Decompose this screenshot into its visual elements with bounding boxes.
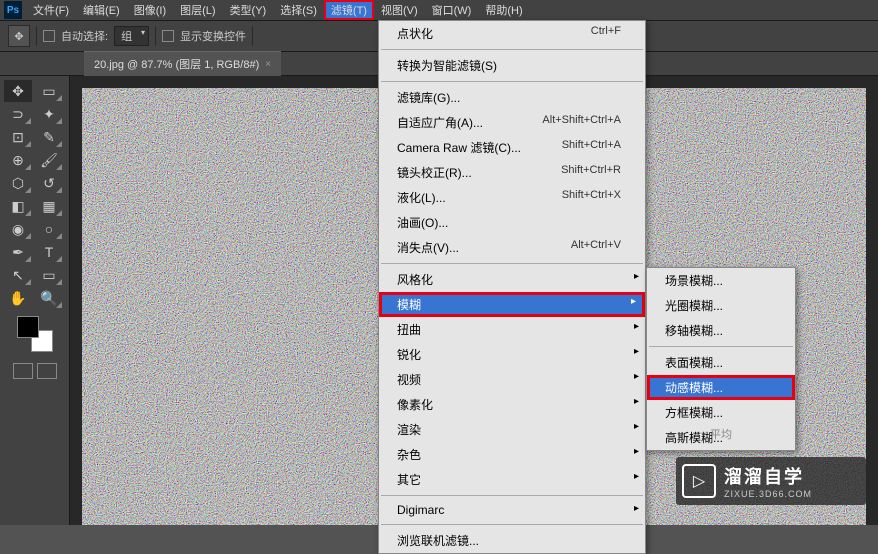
menu-item-digimarc[interactable]: Digimarc (379, 499, 645, 521)
close-icon[interactable]: × (265, 59, 271, 70)
blur-tool[interactable]: ◉ (4, 218, 32, 240)
gradient-tool[interactable]: ▦ (35, 195, 63, 217)
type-tool[interactable]: T (35, 241, 63, 263)
filter-menu: 点状化 Ctrl+F 转换为智能滤镜(S) 滤镜库(G)... 自适应广角(A)… (378, 20, 646, 554)
menu-view[interactable]: 视图(V) (374, 0, 425, 20)
submenu-item-motion-blur[interactable]: 动感模糊... (647, 375, 795, 400)
menu-item-last-filter[interactable]: 点状化 Ctrl+F (379, 21, 645, 46)
eraser-tool[interactable]: ◧ (4, 195, 32, 217)
menu-item-oil-paint[interactable]: 油画(O)... (379, 210, 645, 235)
brush-tool[interactable]: 🖌 (35, 149, 63, 171)
menu-item-blur[interactable]: 模糊 (379, 292, 645, 317)
auto-select-checkbox[interactable] (43, 30, 55, 42)
menu-item-lens-correction[interactable]: 镜头校正(R)... Shift+Ctrl+R (379, 160, 645, 185)
submenu-item-tilt-shift[interactable]: 移轴模糊... (647, 318, 795, 343)
dodge-tool[interactable]: ○ (35, 218, 63, 240)
marquee-tool[interactable]: ▭ (35, 80, 63, 102)
submenu-item-iris-blur[interactable]: 光圈模糊... (647, 293, 795, 318)
menu-item-video[interactable]: 视频 (379, 367, 645, 392)
menu-help[interactable]: 帮助(H) (478, 0, 529, 20)
watermark: ▷ 溜溜自学 ZIXUE.3D66.COM (676, 457, 866, 505)
history-brush-tool[interactable]: ↺ (35, 172, 63, 194)
hand-tool[interactable]: ✋ (4, 287, 32, 309)
menu-item-vanishing-point[interactable]: 消失点(V)... Alt+Ctrl+V (379, 235, 645, 260)
menu-filter[interactable]: 滤镜(T) (324, 0, 374, 20)
path-selection-tool[interactable]: ↖ (4, 264, 32, 286)
shape-tool[interactable]: ▭ (35, 264, 63, 286)
zoom-tool[interactable]: 🔍 (35, 287, 63, 309)
show-transform-checkbox[interactable] (162, 30, 174, 42)
menu-layer[interactable]: 图层(L) (173, 0, 222, 20)
menu-item-convert-smart[interactable]: 转换为智能滤镜(S) (379, 53, 645, 78)
show-transform-label: 显示变换控件 (180, 28, 246, 44)
move-tool[interactable]: ✥ (4, 80, 32, 102)
menubar: Ps 文件(F) 编辑(E) 图像(I) 图层(L) 类型(Y) 选择(S) 滤… (0, 0, 878, 20)
menu-item-filter-gallery[interactable]: 滤镜库(G)... (379, 85, 645, 110)
pen-tool[interactable]: ✒ (4, 241, 32, 263)
menu-item-liquify[interactable]: 液化(L)... Shift+Ctrl+X (379, 185, 645, 210)
menu-item-pixelate[interactable]: 像素化 (379, 392, 645, 417)
menu-file[interactable]: 文件(F) (26, 0, 76, 20)
submenu-item-average[interactable]: 平均 (710, 426, 732, 442)
menu-item-camera-raw[interactable]: Camera Raw 滤镜(C)... Shift+Ctrl+A (379, 135, 645, 160)
menu-edit[interactable]: 编辑(E) (76, 0, 127, 20)
menu-item-noise[interactable]: 杂色 (379, 442, 645, 467)
auto-select-dropdown[interactable]: 组 (114, 26, 149, 46)
menu-window[interactable]: 窗口(W) (425, 0, 479, 20)
quick-mask-icon[interactable] (37, 363, 57, 379)
submenu-item-surface-blur[interactable]: 表面模糊... (647, 350, 795, 375)
watermark-url: ZIXUE.3D66.COM (724, 489, 812, 499)
menu-item-render[interactable]: 渲染 (379, 417, 645, 442)
menu-image[interactable]: 图像(I) (127, 0, 173, 20)
menu-item-distort[interactable]: 扭曲 (379, 317, 645, 342)
submenu-item-box-blur[interactable]: 方框模糊... (647, 400, 795, 425)
menu-select[interactable]: 选择(S) (273, 0, 324, 20)
menu-type[interactable]: 类型(Y) (223, 0, 274, 20)
foreground-color[interactable] (17, 316, 39, 338)
move-tool-icon[interactable]: ✥ (8, 25, 30, 47)
healing-brush-tool[interactable]: ⊕ (4, 149, 32, 171)
document-tab[interactable]: 20.jpg @ 87.7% (图层 1, RGB/8#) × (84, 51, 281, 76)
play-icon: ▷ (682, 464, 716, 498)
crop-tool[interactable]: ⊡ (4, 126, 32, 148)
tab-title: 20.jpg @ 87.7% (图层 1, RGB/8#) (94, 56, 259, 72)
menu-item-stylize[interactable]: 风格化 (379, 267, 645, 292)
menu-item-browse-online[interactable]: 浏览联机滤镜... (379, 528, 645, 553)
lasso-tool[interactable]: ⊃ (4, 103, 32, 125)
photoshop-logo: Ps (4, 1, 22, 19)
magic-wand-tool[interactable]: ✦ (35, 103, 63, 125)
watermark-title: 溜溜自学 (724, 463, 812, 489)
menu-item-other[interactable]: 其它 (379, 467, 645, 492)
submenu-item-field-blur[interactable]: 场景模糊... (647, 268, 795, 293)
toolbox: ✥ ▭ ⊃ ✦ ⊡ ✎ ⊕ 🖌 ⬡ ↺ ◧ ▦ ◉ ○ ✒ T ↖ ▭ ✋ 🔍 (0, 76, 70, 525)
menu-item-adaptive-wide[interactable]: 自适应广角(A)... Alt+Shift+Ctrl+A (379, 110, 645, 135)
color-swatches[interactable] (4, 310, 65, 358)
menu-item-sharpen[interactable]: 锐化 (379, 342, 645, 367)
auto-select-label: 自动选择: (61, 28, 108, 44)
blur-submenu: 场景模糊... 光圈模糊... 移轴模糊... 表面模糊... 动感模糊... … (646, 267, 796, 451)
standard-mode-icon[interactable] (13, 363, 33, 379)
eyedropper-tool[interactable]: ✎ (35, 126, 63, 148)
clone-stamp-tool[interactable]: ⬡ (4, 172, 32, 194)
